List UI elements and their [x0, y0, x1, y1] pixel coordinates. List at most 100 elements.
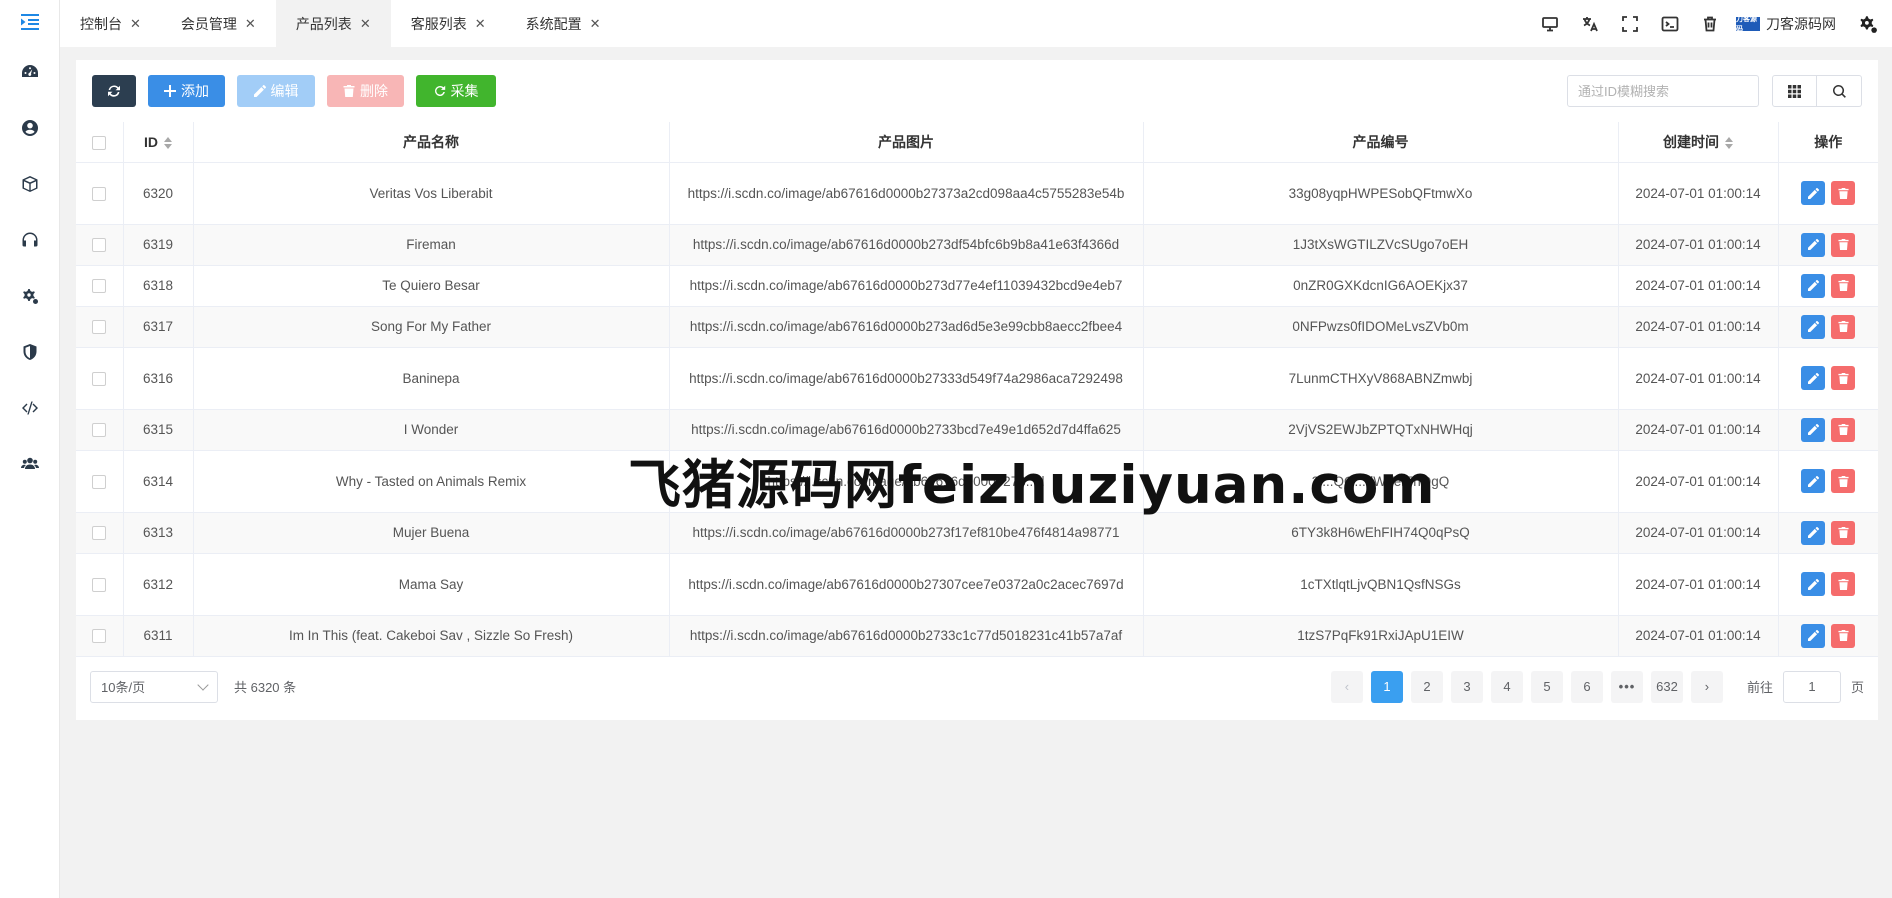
- sidebar-item-settings[interactable]: [0, 268, 59, 324]
- sort-icon[interactable]: [164, 137, 172, 150]
- search-button[interactable]: [1817, 75, 1862, 107]
- row-checkbox[interactable]: [92, 238, 107, 253]
- next-page-button[interactable]: ›: [1690, 670, 1723, 703]
- select-all-checkbox[interactable]: [92, 135, 107, 150]
- settings-button[interactable]: [1858, 14, 1878, 34]
- column-header-actions: 操作: [1778, 122, 1878, 163]
- row-checkbox[interactable]: [92, 279, 107, 294]
- refresh-button[interactable]: [92, 75, 136, 107]
- row-checkbox[interactable]: [92, 186, 107, 201]
- sidebar-item-users[interactable]: [0, 436, 59, 492]
- row-edit-button[interactable]: [1801, 314, 1826, 339]
- columns-toggle-button[interactable]: [1772, 75, 1817, 107]
- add-button[interactable]: 添加: [148, 75, 225, 107]
- row-edit-button[interactable]: [1801, 232, 1826, 257]
- top-bar: 控制台 ✕ 会员管理 ✕ 产品列表 ✕ 客服列表 ✕ 系统配置 ✕ 刀客源码 刀客源码网: [60, 0, 1892, 47]
- row-edit-button[interactable]: [1801, 623, 1826, 648]
- row-edit-button[interactable]: [1801, 572, 1826, 596]
- row-edit-button[interactable]: [1801, 366, 1826, 390]
- delete-button[interactable]: 删除: [327, 75, 404, 107]
- close-icon[interactable]: ✕: [590, 16, 601, 32]
- fullscreen-button[interactable]: [1610, 15, 1650, 33]
- page-button-1[interactable]: 1: [1370, 670, 1403, 703]
- column-header-id[interactable]: ID: [123, 122, 194, 163]
- tab-members[interactable]: 会员管理 ✕: [161, 0, 276, 47]
- pencil-icon: [1807, 527, 1819, 538]
- sort-icon[interactable]: [1725, 137, 1733, 150]
- row-checkbox[interactable]: [92, 577, 107, 592]
- cell-created: 2024-07-01 01:00:14: [1618, 553, 1779, 616]
- sidebar-item-support[interactable]: [0, 212, 59, 268]
- more-pages-button[interactable]: •••: [1610, 670, 1643, 703]
- row-edit-button[interactable]: [1801, 469, 1826, 493]
- page-button-4[interactable]: 4: [1490, 670, 1523, 703]
- sidebar-item-members[interactable]: [0, 100, 59, 156]
- pencil-icon: [1807, 321, 1819, 332]
- cell-id: 6314: [123, 450, 194, 513]
- table-row: 6316 Baninepa https://i.scdn.co/image/ab…: [76, 347, 1878, 410]
- collect-button[interactable]: 采集: [416, 75, 496, 107]
- close-icon[interactable]: ✕: [360, 16, 371, 32]
- sidebar-item-developer[interactable]: [0, 380, 59, 436]
- tab-support[interactable]: 客服列表 ✕: [391, 0, 506, 47]
- column-label: 操作: [1814, 133, 1843, 150]
- pencil-icon: [1807, 372, 1819, 384]
- monitor-button[interactable]: [1530, 15, 1570, 33]
- search-input[interactable]: [1567, 75, 1759, 107]
- close-icon[interactable]: ✕: [245, 16, 256, 32]
- table-row: 6320 Veritas Vos Liberabit https://i.scd…: [76, 162, 1878, 225]
- row-checkbox[interactable]: [92, 629, 107, 644]
- row-delete-button[interactable]: [1831, 181, 1856, 205]
- row-delete-button[interactable]: [1831, 273, 1856, 298]
- terminal-button[interactable]: [1650, 15, 1690, 33]
- row-delete-button[interactable]: [1831, 623, 1856, 648]
- close-icon[interactable]: ✕: [475, 16, 486, 32]
- column-header-created[interactable]: 创建时间: [1618, 122, 1779, 163]
- row-delete-button[interactable]: [1831, 469, 1856, 493]
- total-count: 共 6320 条: [234, 680, 297, 695]
- column-header-name: 产品名称: [193, 122, 670, 163]
- menu-toggle[interactable]: [0, 0, 59, 44]
- row-delete-button[interactable]: [1831, 366, 1856, 390]
- row-checkbox[interactable]: [92, 526, 107, 541]
- tab-system-config[interactable]: 系统配置 ✕: [506, 0, 621, 47]
- cell-name: Why - Tasted on Animals Remix: [193, 450, 670, 513]
- row-delete-button[interactable]: [1831, 314, 1856, 339]
- cell-image-url: https://i.scdn.co/image/ab67616d0000b273…: [669, 162, 1144, 225]
- translate-button[interactable]: [1570, 15, 1610, 33]
- page-button-2[interactable]: 2: [1410, 670, 1443, 703]
- goto-page-input[interactable]: [1782, 670, 1841, 703]
- sidebar-item-security[interactable]: [0, 324, 59, 380]
- tab-products[interactable]: 产品列表 ✕: [275, 0, 391, 47]
- prev-page-button[interactable]: ‹: [1330, 670, 1363, 703]
- table-header-row: ID 产品名称 产品图片 产品编号 创建时间 操作: [76, 122, 1878, 163]
- clear-cache-button[interactable]: [1690, 15, 1730, 33]
- cell-name: Baninepa: [193, 347, 670, 410]
- row-edit-button[interactable]: [1801, 417, 1826, 442]
- sidebar-item-products[interactable]: [0, 156, 59, 212]
- close-icon[interactable]: ✕: [130, 16, 141, 32]
- cell-name: Mama Say: [193, 553, 670, 616]
- row-checkbox[interactable]: [92, 474, 107, 489]
- page-button-6[interactable]: 6: [1570, 670, 1603, 703]
- row-checkbox[interactable]: [92, 423, 107, 438]
- tab-dashboard[interactable]: 控制台 ✕: [60, 0, 161, 47]
- trash-icon: [1838, 187, 1849, 199]
- row-delete-button[interactable]: [1831, 520, 1856, 545]
- page-button-5[interactable]: 5: [1530, 670, 1563, 703]
- row-checkbox[interactable]: [92, 320, 107, 335]
- sidebar-item-dashboard[interactable]: [0, 44, 59, 100]
- edit-button[interactable]: 编辑: [237, 75, 315, 107]
- page-size-select[interactable]: 10条/页: [90, 670, 218, 703]
- row-edit-button[interactable]: [1801, 520, 1826, 545]
- page-button-3[interactable]: 3: [1450, 670, 1483, 703]
- last-page-button[interactable]: 632: [1650, 670, 1683, 703]
- row-checkbox[interactable]: [92, 371, 107, 386]
- tab-label: 产品列表: [295, 15, 352, 32]
- row-edit-button[interactable]: [1801, 181, 1826, 205]
- row-delete-button[interactable]: [1831, 232, 1856, 257]
- trash-icon: [1838, 578, 1849, 590]
- row-delete-button[interactable]: [1831, 417, 1856, 442]
- row-delete-button[interactable]: [1831, 572, 1856, 596]
- row-edit-button[interactable]: [1801, 273, 1826, 298]
